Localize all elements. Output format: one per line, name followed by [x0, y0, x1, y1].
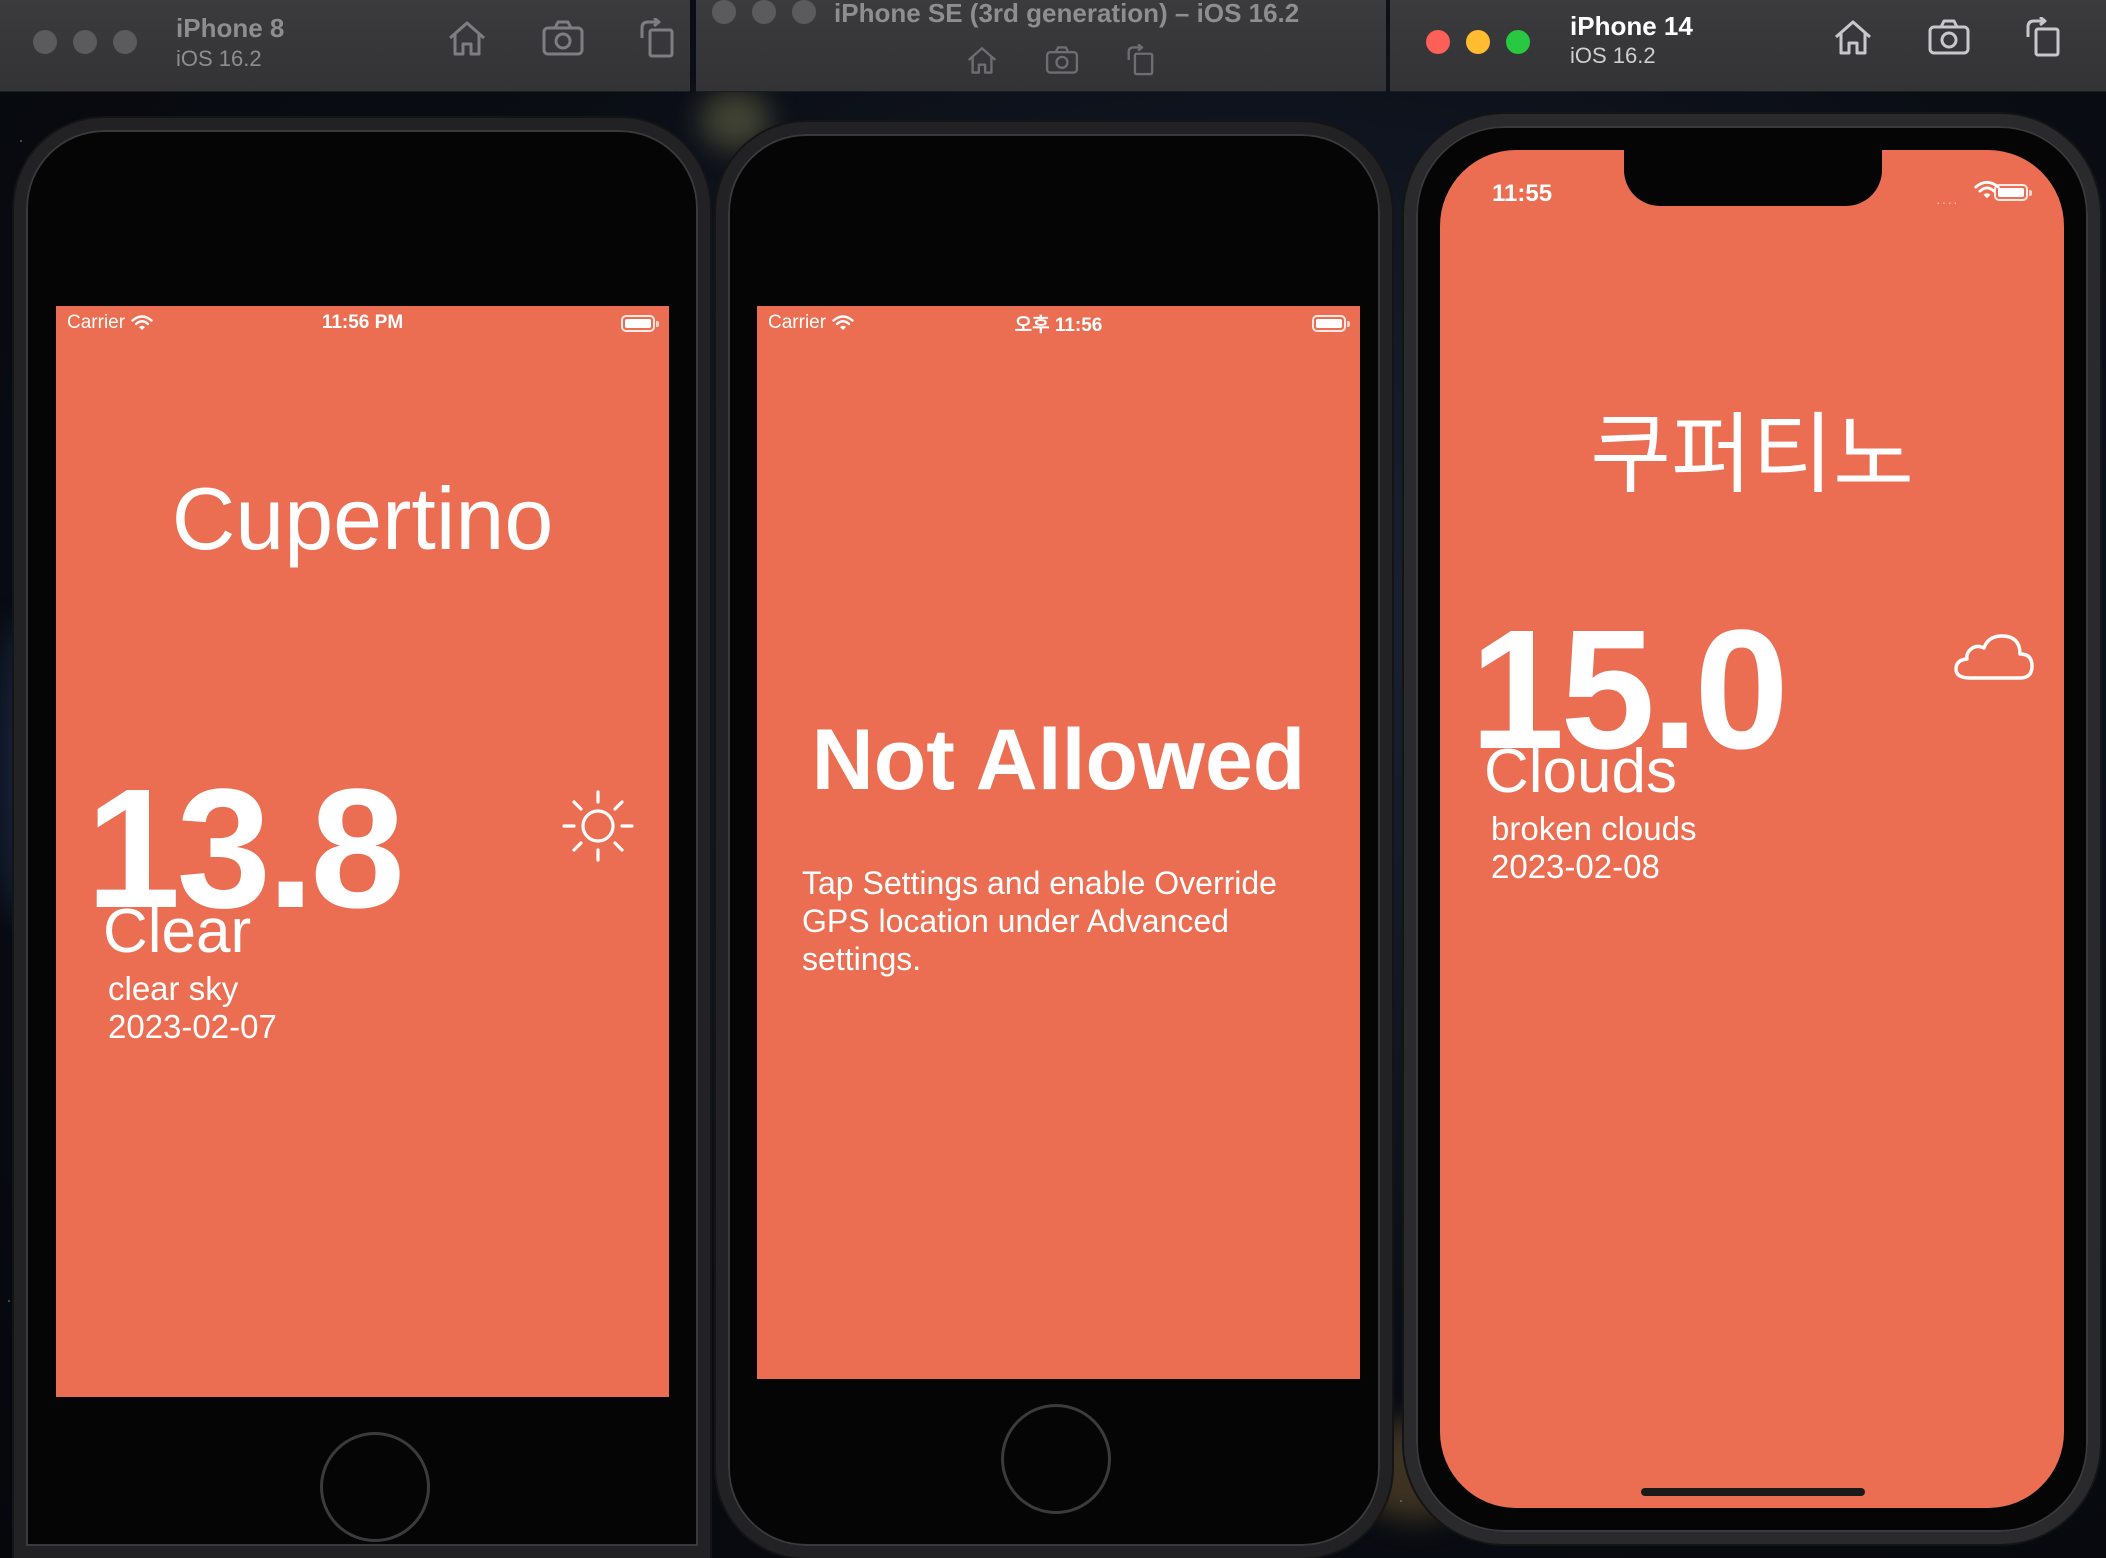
status-time: 11:56 PM — [321, 312, 404, 333]
zoom-window-button[interactable] — [792, 0, 816, 24]
simulator-titlebar-iphone-se[interactable]: iPhone SE (3rd generation) – iOS 16.2 — [696, 0, 1386, 92]
weather-description: broken clouds — [1491, 810, 1697, 847]
weather-screen: 11:55 ···· 쿠퍼티노 15.0 Clouds broken cloud… — [1440, 150, 2064, 1508]
weather-date: 2023-02-08 — [1491, 848, 1660, 885]
status-time: 오후 11:56 — [1014, 314, 1103, 336]
device-name: iPhone SE (3rd generation) – iOS 16.2 — [834, 0, 1300, 28]
cellular-signal-icon: ···· — [1936, 194, 1959, 210]
battery-icon — [1312, 314, 1350, 332]
home-icon[interactable] — [444, 18, 490, 58]
iphone-14-device: 11:55 ···· 쿠퍼티노 15.0 Clouds broken cloud… — [1404, 114, 2100, 1544]
home-icon[interactable] — [964, 44, 1000, 76]
window-controls[interactable] — [33, 30, 137, 54]
screenshot-icon[interactable] — [1044, 44, 1080, 76]
status-time: 11:55 — [1492, 180, 1553, 207]
home-icon[interactable] — [1830, 17, 1876, 57]
home-button[interactable] — [1001, 1404, 1111, 1514]
battery-icon — [621, 314, 659, 332]
city-name: 쿠퍼티노 — [1590, 405, 1914, 504]
weather-description: clear sky — [108, 970, 239, 1007]
weather-main: Clouds — [1484, 737, 1677, 806]
window-controls[interactable] — [1426, 30, 1530, 54]
city-name: Cupertino — [171, 469, 554, 568]
home-button[interactable] — [320, 1432, 430, 1542]
minimize-window-button[interactable] — [73, 30, 97, 54]
home-indicator[interactable] — [1641, 1488, 1865, 1496]
battery-icon — [1994, 184, 2032, 201]
not-allowed-heading: Not Allowed — [811, 712, 1306, 808]
minimize-window-button[interactable] — [1466, 30, 1490, 54]
rotate-icon[interactable] — [636, 16, 682, 58]
weather-screen: Carrier 11:56 PM Cupertino 13.8 Clear cl… — [56, 306, 669, 1397]
close-window-button[interactable] — [1426, 30, 1450, 54]
close-window-button[interactable] — [33, 30, 57, 54]
cloud-icon — [1948, 622, 2038, 694]
os-version: iOS 16.2 — [176, 46, 262, 71]
close-window-button[interactable] — [712, 0, 736, 24]
status-bar: Carrier 오후 11:56 — [757, 306, 1360, 340]
screenshot-icon[interactable] — [1926, 17, 1972, 57]
notch — [1624, 150, 1882, 206]
simulator-toolbar — [444, 16, 682, 58]
weather-main: Clear — [103, 897, 252, 966]
os-version: iOS 16.2 — [1570, 43, 1656, 68]
rotate-icon[interactable] — [1124, 43, 1160, 76]
simulator-titlebar-iphone-8[interactable]: iPhone 8 iOS 16.2 — [0, 0, 690, 92]
simulator-titlebar-iphone-14[interactable]: iPhone 14 iOS 16.2 — [1390, 0, 2106, 92]
simulator-toolbar — [1830, 15, 2068, 57]
device-name: iPhone 8 — [176, 13, 285, 43]
status-bar: Carrier 11:56 PM — [56, 306, 669, 340]
simulator-toolbar — [964, 43, 1160, 76]
zoom-window-button[interactable] — [1506, 30, 1530, 54]
permission-message: Tap Settings and enable Override GPS loc… — [802, 865, 1277, 977]
sun-icon — [558, 786, 638, 866]
permission-screen: Carrier 오후 11:56 Not Allowed Tap Setting… — [757, 306, 1360, 1379]
weather-date: 2023-02-07 — [108, 1008, 277, 1045]
device-name: iPhone 14 — [1570, 11, 1693, 41]
screenshot-icon[interactable] — [540, 18, 586, 58]
iphone-8-device: Carrier 11:56 PM Cupertino 13.8 Clear cl… — [14, 118, 710, 1558]
rotate-icon[interactable] — [2022, 15, 2068, 57]
window-controls[interactable] — [712, 0, 816, 24]
minimize-window-button[interactable] — [752, 0, 776, 24]
iphone-se-device: Carrier 오후 11:56 Not Allowed Tap Setting… — [716, 122, 1392, 1558]
zoom-window-button[interactable] — [113, 30, 137, 54]
